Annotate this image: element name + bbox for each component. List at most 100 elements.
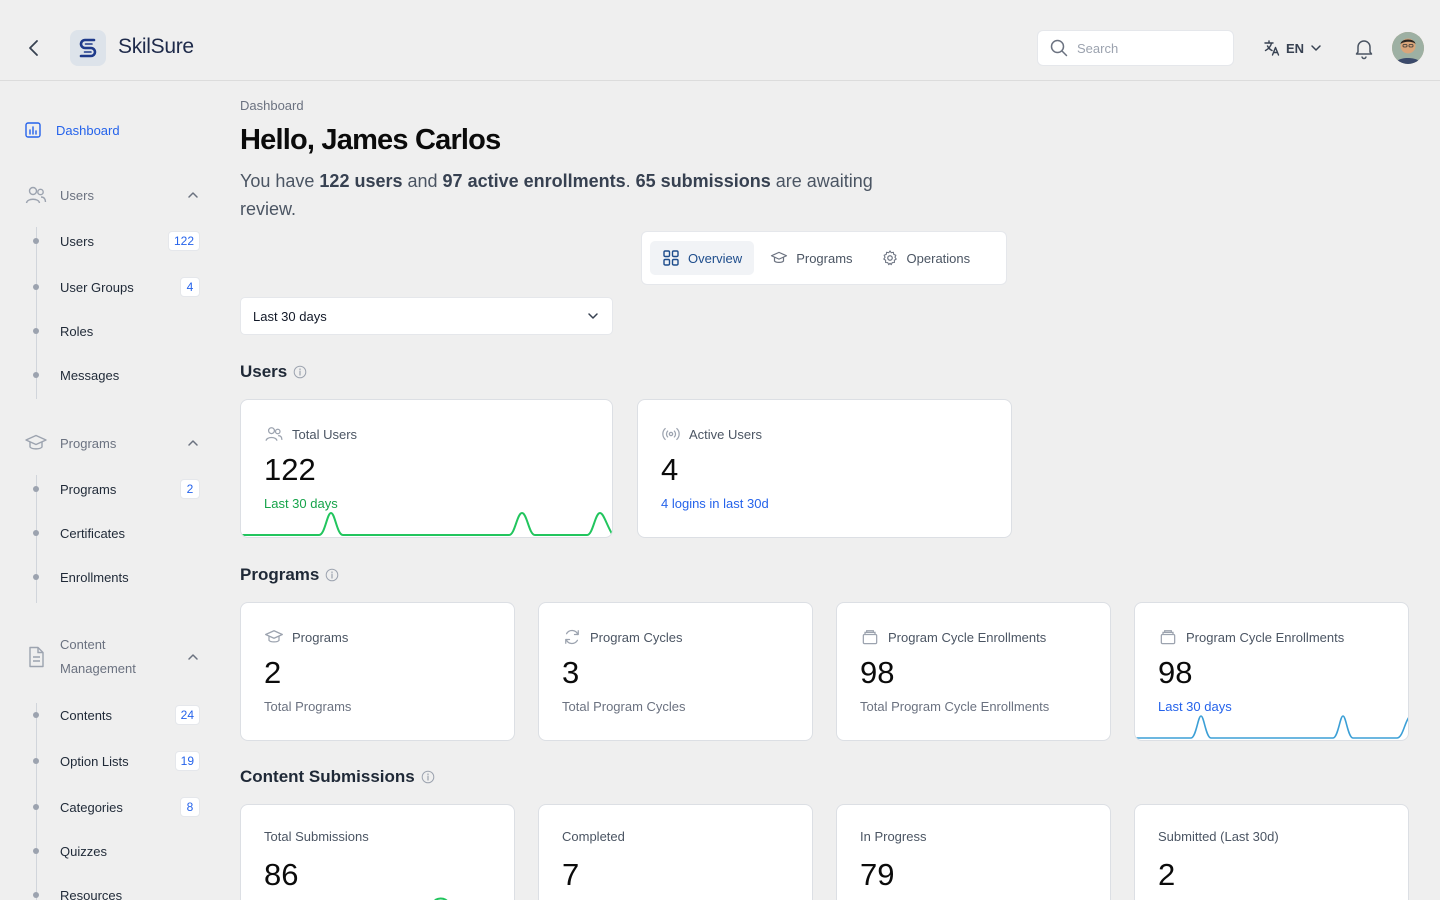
sidebar-item-contents[interactable]: Contents 24 xyxy=(33,703,200,727)
sidebar-item-label: Option Lists xyxy=(60,753,129,769)
sidebar-item-certificates[interactable]: Certificates xyxy=(33,521,200,545)
bullet-dot xyxy=(33,530,39,536)
bullet-dot xyxy=(33,238,39,244)
sidebar-item-dashboard[interactable]: Dashboard xyxy=(24,121,120,139)
sidebar-group-label: Users xyxy=(60,187,94,203)
card-title: Active Users xyxy=(689,426,762,442)
sidebar-group-users[interactable]: Users xyxy=(24,183,200,207)
search-icon xyxy=(1050,39,1068,57)
chevron-down-icon xyxy=(588,313,598,319)
stat-card-program-cycles[interactable]: Program Cycles 3 Total Program Cycles xyxy=(538,602,813,741)
search-input[interactable] xyxy=(1077,40,1217,56)
sidebar-item-messages[interactable]: Messages xyxy=(33,363,200,387)
count-badge: 2 xyxy=(180,479,200,499)
sidebar-item-label: Enrollments xyxy=(60,569,129,585)
card-value: 79 xyxy=(860,857,895,892)
stat-card-program-cycle-enrollments-30d[interactable]: Program Cycle Enrollments 98 Last 30 day… xyxy=(1134,602,1409,741)
sidebar-group-label: Programs xyxy=(60,435,117,451)
bullet-dot xyxy=(33,486,39,492)
notifications-button[interactable] xyxy=(1352,36,1376,60)
count-badge: 8 xyxy=(180,797,200,817)
bullet-dot xyxy=(33,892,39,898)
broadcast-icon xyxy=(662,427,680,441)
tab-overview[interactable]: Overview xyxy=(650,241,755,275)
stat-card-program-cycle-enrollments[interactable]: Program Cycle Enrollments 98 Total Progr… xyxy=(836,602,1111,741)
sidebar: Dashboard Users Users 122 User Groups 4 Ro… xyxy=(0,81,216,900)
archive-icon xyxy=(1160,630,1176,645)
card-title: Program Cycle Enrollments xyxy=(888,629,1047,645)
period-select-value: Last 30 days xyxy=(253,308,327,324)
bullet-dot xyxy=(33,848,39,854)
sidebar-item-roles[interactable]: Roles xyxy=(33,319,200,343)
sidebar-item-label: Contents xyxy=(60,707,113,723)
card-value: 2 xyxy=(1158,857,1176,892)
summary-enrollments: 97 active enrollments xyxy=(442,171,626,191)
card-subtitle: Total Program Cycles xyxy=(562,699,686,714)
bullet-dot xyxy=(33,758,39,764)
chevron-left-icon xyxy=(29,40,38,56)
search-box[interactable] xyxy=(1037,30,1234,66)
sidebar-item-quizzes[interactable]: Quizzes xyxy=(33,839,200,863)
sidebar-item-label: Categories xyxy=(60,799,123,815)
stat-card-submitted-30d[interactable]: Submitted (Last 30d) 2 xyxy=(1134,804,1409,900)
brand-logo[interactable] xyxy=(70,30,106,66)
sidebar-item-option-lists[interactable]: Option Lists 19 xyxy=(33,749,200,773)
sidebar-group-programs[interactable]: Programs xyxy=(24,431,200,455)
graduation-cap-icon xyxy=(265,630,283,643)
graduation-cap-icon xyxy=(25,434,47,450)
card-value: 98 xyxy=(860,655,895,690)
sidebar-item-user-groups[interactable]: User Groups 4 xyxy=(33,275,200,299)
group-label-line-2: Management xyxy=(60,661,136,676)
language-label: EN xyxy=(1286,40,1305,56)
translate-icon xyxy=(1264,40,1280,56)
stat-card-programs[interactable]: Programs 2 Total Programs xyxy=(240,602,515,741)
info-icon[interactable] xyxy=(421,770,435,784)
language-selector[interactable]: EN xyxy=(1263,36,1323,60)
info-icon[interactable] xyxy=(293,365,307,379)
back-button[interactable] xyxy=(22,36,46,60)
sidebar-item-programs[interactable]: Programs 2 xyxy=(33,477,200,501)
sidebar-item-resources[interactable]: Resources xyxy=(33,883,200,900)
view-tabs: Overview Programs Operations xyxy=(641,231,1007,285)
stat-card-total-users[interactable]: Total Users 122 Last 30 days xyxy=(240,399,613,538)
sidebar-item-enrollments[interactable]: Enrollments xyxy=(33,565,200,589)
card-title: Total Users xyxy=(292,426,358,442)
users-icon xyxy=(265,427,283,441)
summary-part: and xyxy=(402,171,443,191)
info-icon[interactable] xyxy=(325,568,339,582)
document-icon xyxy=(29,646,44,668)
card-value: 3 xyxy=(562,655,580,690)
bullet-dot xyxy=(33,574,39,580)
tab-label: Programs xyxy=(796,250,853,266)
card-value: 122 xyxy=(264,452,316,487)
stat-card-in-progress[interactable]: In Progress 79 xyxy=(836,804,1111,900)
summary-part: You have xyxy=(240,171,320,191)
user-avatar[interactable] xyxy=(1392,32,1424,64)
tab-operations[interactable]: Operations xyxy=(869,241,983,275)
card-value: 98 xyxy=(1158,655,1193,690)
stat-card-completed[interactable]: Completed 7 xyxy=(538,804,813,900)
card-subtitle: Total Program Cycle Enrollments xyxy=(860,699,1050,714)
page-title: Hello, James Carlos xyxy=(240,124,501,156)
top-bar: SkilSure EN xyxy=(0,0,1440,81)
count-badge: 19 xyxy=(174,751,200,771)
count-badge: 24 xyxy=(174,705,200,725)
card-subtitle: Total Programs xyxy=(264,699,352,714)
card-title: In Progress xyxy=(860,829,927,844)
period-select[interactable]: Last 30 days xyxy=(240,297,613,335)
sparkline xyxy=(241,511,612,536)
section-title-content-submissions: Content Submissions xyxy=(240,767,435,787)
sidebar-item-label: Dashboard xyxy=(56,122,120,138)
stat-card-total-submissions[interactable]: Total Submissions 86 xyxy=(240,804,515,900)
stat-card-active-users[interactable]: Active Users 4 4 logins in last 30d xyxy=(637,399,1012,538)
card-title: Submitted (Last 30d) xyxy=(1158,829,1279,844)
tab-programs[interactable]: Programs xyxy=(758,241,864,275)
sidebar-group-content-management[interactable]: Content Management xyxy=(24,633,200,681)
bullet-dot xyxy=(33,372,39,378)
sidebar-item-categories[interactable]: Categories 8 xyxy=(33,795,200,819)
sidebar-item-users[interactable]: Users 122 xyxy=(33,229,200,253)
logo-icon xyxy=(79,38,97,58)
chevron-up-icon xyxy=(188,192,198,198)
group-label-line-1: Content xyxy=(60,637,106,652)
card-value: 7 xyxy=(562,857,580,892)
